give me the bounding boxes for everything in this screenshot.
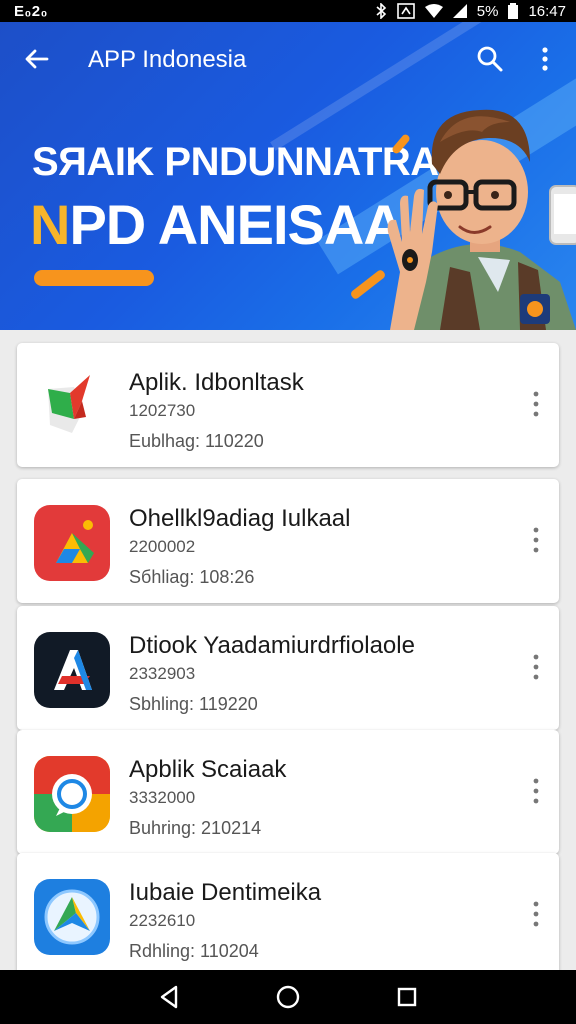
more-vert-icon[interactable] [529,776,543,806]
list-item[interactable]: Iubaie Dentimeika 2232610 Rdhling: 11020… [17,853,559,977]
drive-triangle-icon [34,505,110,581]
hero-banner: APP Indonesia SЯAIK PNDUNNATRAA NPD ANEI… [0,22,576,330]
home-circle-icon[interactable] [273,982,303,1012]
app-date: Eublhag: 110220 [129,431,264,451]
app-code: 2332903 [129,664,196,683]
back-triangle-icon[interactable] [154,982,184,1012]
banner-subheadline-text: PD ANEISAA [69,193,403,256]
wifi-icon [424,4,443,18]
banner-highlight-letter: N [30,193,70,256]
app-title-text: Iubaie Dentimeika [129,879,322,906]
bluetooth-icon [376,3,386,19]
compass-arrow-icon [34,879,110,955]
nfc-icon [396,3,415,19]
app-title: APP Indonesia [88,46,247,73]
more-vert-icon[interactable] [529,899,543,929]
green-red-flag-icon [48,375,90,433]
more-vert-icon[interactable] [529,389,543,419]
chat-bubble-icon [34,756,110,832]
app-code: 3332000 [129,788,196,807]
app-date: Sbhling: 119220 [129,694,258,714]
app-code: 2200002 [129,537,196,556]
app-date: Buhring: 210214 [129,818,262,838]
mascot-illustration [387,109,576,330]
list-item[interactable]: Ohellkl9adiag Iulkaal 2200002 Sбhliag: 1… [17,479,559,603]
battery-icon [508,3,519,19]
more-vert-icon[interactable] [529,652,543,682]
list-item[interactable]: Dtiook Yaadamiurdrfiolaole 2332903 Sbhli… [17,606,559,730]
battery-percent: 5% [476,2,499,20]
banner-accent-bar [34,270,154,286]
status-left-text: E₀2₀ [14,2,48,20]
search-icon[interactable] [475,44,505,74]
banner-subheadline: NPD ANEISAA [30,192,404,257]
app-date: Rdhling: 110204 [129,941,259,961]
app-code: 2232610 [129,911,196,930]
letter-a-icon [34,632,110,708]
back-arrow-icon[interactable] [22,44,52,74]
app-title-text: Aplik. Idbonltask [129,369,304,396]
list-item[interactable]: Apblik Scaiaak 3332000 Buhring: 210214 [17,730,559,854]
app-title-text: Dtiook Yaadamiurdrfiolaole [129,632,415,659]
app-title-text: Ohellkl9adiag Iulkaal [129,505,351,532]
status-time: 16:47 [528,2,566,20]
app-title-text: Apblik Scaiaak [129,756,287,783]
status-bar: E₀2₀ 5% 16:47 [0,0,576,22]
recents-square-icon[interactable] [392,982,422,1012]
system-nav-bar [0,970,576,1024]
status-icons: 5% 16:47 [375,3,566,20]
more-vert-icon[interactable] [529,525,543,555]
list-item[interactable]: Aplik. Idbonltask 1202730 Eublhag: 11022… [17,343,559,467]
app-date: Sбhliag: 108:26 [129,567,255,587]
signal-icon [452,4,467,18]
more-vert-icon[interactable] [535,44,555,74]
app-code: 1202730 [129,401,196,420]
